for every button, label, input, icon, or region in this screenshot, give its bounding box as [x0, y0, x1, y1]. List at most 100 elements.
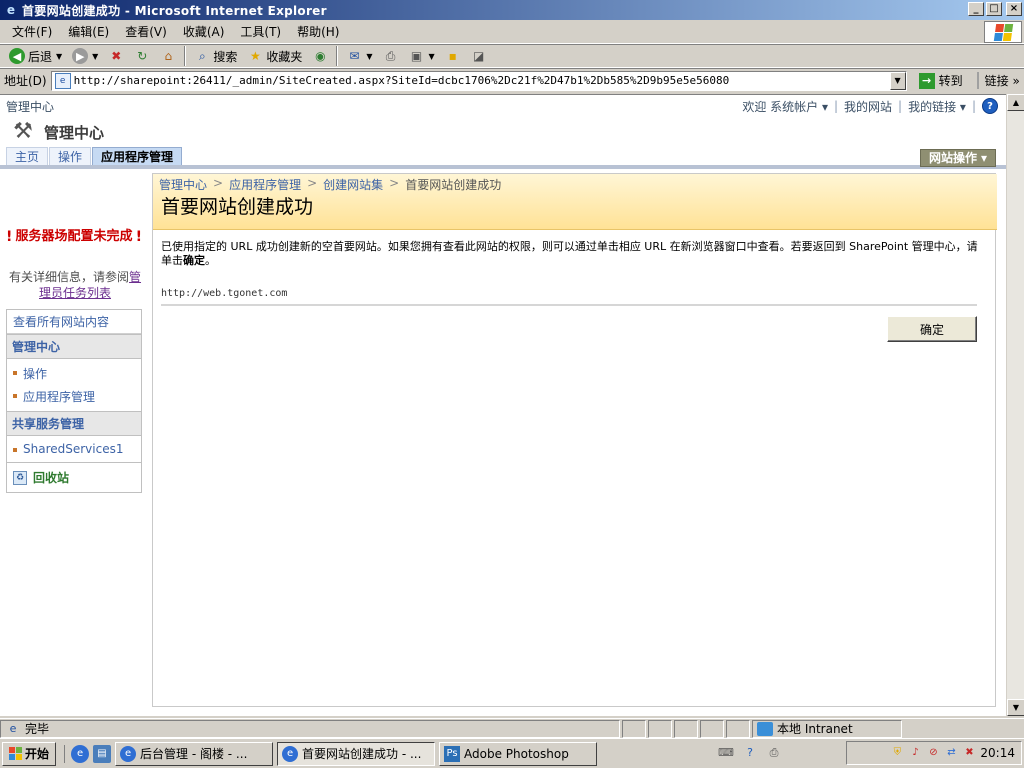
browser-content: 管理中心 欢迎 系统帐户 ▾ | 我的网站 | 我的链接 ▾ | ? ⚒ 管理中…: [0, 94, 1006, 716]
desktop-launch-icon[interactable]: ▤: [93, 744, 112, 763]
standard-toolbar: ◀ 后退 ▼ ▶ ▼ ✖ ↻ ⌂ ⌕ 搜索 ★ 收藏夹 ◉ ✉ ▼ ⎙ ▣ ▼ …: [0, 44, 1024, 68]
tab-application-management[interactable]: 应用程序管理: [92, 147, 183, 165]
search-button[interactable]: ⌕ 搜索: [189, 45, 242, 67]
breadcrumb-central-admin[interactable]: 管理中心: [159, 176, 207, 193]
network-status-icon[interactable]: ⇄: [944, 746, 958, 760]
breadcrumb-application-management[interactable]: 应用程序管理: [229, 176, 301, 193]
mail-button[interactable]: ✉ ▼: [341, 45, 377, 67]
start-button[interactable]: 开始: [2, 741, 57, 766]
maximize-button[interactable]: □: [986, 2, 1002, 16]
nav-heading-shared-services[interactable]: 共享服务管理: [7, 411, 141, 436]
security-zone[interactable]: 本地 Intranet: [752, 719, 902, 738]
edit-icon: ▣: [410, 49, 423, 63]
taskbar-item[interactable]: Ps Adobe Photoshop: [439, 741, 598, 766]
scroll-up-icon[interactable]: ▲: [1007, 94, 1024, 111]
go-button[interactable]: → 转到: [913, 71, 969, 91]
site-actions-menu[interactable]: 网站操作 ▾: [919, 149, 996, 167]
site-name-link[interactable]: 管理中心: [0, 98, 54, 115]
address-input[interactable]: [73, 74, 884, 87]
search-label: 搜索: [213, 49, 238, 64]
menu-favorites[interactable]: 收藏(A): [175, 21, 233, 42]
ok-button[interactable]: 确定: [887, 316, 977, 342]
help-icon[interactable]: ?: [742, 745, 758, 761]
back-label: 后退: [28, 49, 53, 64]
menu-tools[interactable]: 工具(T): [232, 21, 289, 42]
forward-button[interactable]: ▶ ▼: [67, 45, 103, 67]
vertical-scrollbar[interactable]: ▲ ▼: [1006, 94, 1024, 716]
home-button[interactable]: ⌂: [155, 45, 181, 67]
volume-icon[interactable]: ♪: [908, 746, 922, 760]
close-button[interactable]: ×: [1006, 2, 1022, 16]
address-field[interactable]: e ▼: [50, 70, 907, 91]
status-slot: [648, 719, 672, 738]
breadcrumb-separator: >: [389, 176, 400, 190]
ie-launch-icon[interactable]: e: [71, 744, 90, 763]
favorites-button[interactable]: ★ 收藏夹: [242, 45, 307, 67]
page-icon: e: [9, 722, 17, 735]
window-controls: _ □ ×: [968, 2, 1022, 16]
warning-icon: !: [135, 229, 142, 245]
back-dropdown-icon[interactable]: ▼: [56, 52, 62, 61]
status-bar: e 完毕 本地 Intranet: [0, 718, 1024, 738]
shield-icon[interactable]: ⛨: [890, 746, 904, 760]
menu-help[interactable]: 帮助(H): [289, 21, 347, 42]
tab-home[interactable]: 主页: [6, 147, 49, 165]
network-icon[interactable]: ⌨: [718, 745, 734, 761]
taskbar-item-active[interactable]: e 首要网站创建成功 - ...: [277, 741, 436, 766]
note-icon: ▪: [448, 49, 457, 63]
my-site-link[interactable]: 我的网站: [844, 98, 892, 115]
edit-dropdown-icon[interactable]: ▼: [429, 52, 435, 61]
menu-bar: 文件(F) 编辑(E) 查看(V) 收藏(A) 工具(T) 帮助(H): [0, 20, 1024, 44]
research-button[interactable]: ◪: [466, 45, 492, 67]
printer-icon[interactable]: ⎙: [766, 745, 782, 761]
menu-file[interactable]: 文件(F): [4, 21, 60, 42]
tab-operations[interactable]: 操作: [49, 147, 92, 165]
links-button[interactable]: 链接 »: [976, 72, 1024, 89]
star-icon: ★: [249, 49, 261, 63]
print-button[interactable]: ⎙: [378, 45, 404, 67]
message-text: 已使用指定的 URL 成功创建新的空首要网站。如果您拥有查看此网站的权限，则可以…: [161, 240, 978, 267]
clock[interactable]: 20:14: [980, 746, 1015, 760]
nav-heading-central-admin[interactable]: 管理中心: [7, 334, 141, 359]
site-url-link[interactable]: http://web.tgonet.com: [161, 288, 287, 299]
separator: |: [833, 99, 839, 113]
top-nav-tabs: 主页 操作 应用程序管理 网站操作 ▾: [0, 147, 1006, 169]
address-dropdown-icon[interactable]: ▼: [889, 71, 906, 90]
ie-icon: e: [120, 745, 137, 762]
forward-dropdown-icon[interactable]: ▼: [92, 52, 98, 61]
help-icon[interactable]: ?: [982, 98, 998, 114]
edit-button[interactable]: ▣ ▼: [404, 45, 440, 67]
mail-dropdown-icon[interactable]: ▼: [366, 52, 372, 61]
sharepoint-top-bar: 管理中心 欢迎 系统帐户 ▾ | 我的网站 | 我的链接 ▾ | ?: [0, 95, 1006, 117]
home-icon: ⌂: [164, 49, 173, 63]
welcome-menu[interactable]: 欢迎 系统帐户 ▾: [742, 98, 828, 115]
back-button[interactable]: ◀ 后退 ▼: [4, 45, 67, 67]
nav-item-application-management[interactable]: 应用程序管理: [7, 385, 141, 408]
menu-edit[interactable]: 编辑(E): [60, 21, 117, 42]
discuss-button[interactable]: ▪: [440, 45, 466, 67]
nav-item-sharedservices1[interactable]: SharedServices1: [7, 439, 141, 459]
recycle-bin-link[interactable]: ♻ 回收站: [7, 462, 141, 492]
taskbar-item[interactable]: e 后台管理 - 阁楼 - ...: [115, 741, 274, 766]
alert-icon[interactable]: ✖: [962, 746, 976, 760]
warning-detail-text: 有关详细信息，请参阅: [8, 270, 129, 284]
warning-detail: 有关详细信息，请参阅管理员任务列表: [6, 269, 144, 301]
view-all-site-content-link[interactable]: 查看所有网站内容: [7, 310, 141, 334]
refresh-button[interactable]: ↻: [129, 45, 155, 67]
scroll-down-icon[interactable]: ▼: [1007, 699, 1024, 716]
status-slot: [674, 719, 698, 738]
ie-icon: e: [6, 3, 16, 17]
blocked-icon[interactable]: ⊘: [926, 746, 940, 760]
nav-item-operations[interactable]: 操作: [7, 362, 141, 385]
media-button[interactable]: ◉: [307, 45, 333, 67]
my-links-menu[interactable]: 我的链接 ▾: [908, 98, 966, 115]
sharepoint-header: ⚒ 管理中心: [0, 117, 1006, 147]
stop-button[interactable]: ✖: [103, 45, 129, 67]
breadcrumb-create-site-collection[interactable]: 创建网站集: [323, 176, 383, 193]
quick-launch: 查看所有网站内容 管理中心 操作 应用程序管理 共享服务管理 SharedSer…: [6, 309, 142, 493]
window-title: 首要网站创建成功 - Microsoft Internet Explorer: [22, 3, 327, 18]
window-title-bar[interactable]: e 首要网站创建成功 - Microsoft Internet Explorer…: [0, 0, 1024, 20]
minimize-button[interactable]: _: [968, 2, 984, 16]
menu-view[interactable]: 查看(V): [117, 21, 175, 42]
welcome-label: 欢迎 系统帐户: [742, 99, 819, 114]
